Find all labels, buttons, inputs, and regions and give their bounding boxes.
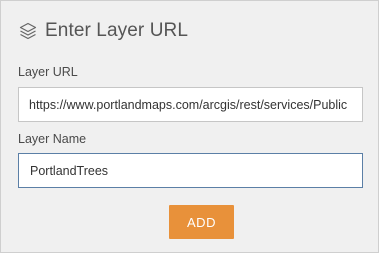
layer-url-input[interactable] (18, 87, 363, 122)
panel-title: Enter Layer URL (45, 20, 189, 41)
panel-header: Enter Layer URL (18, 17, 188, 45)
add-button[interactable]: ADD (169, 205, 234, 239)
layers-icon (18, 21, 38, 41)
layer-name-input[interactable] (18, 153, 363, 188)
add-layer-panel: Enter Layer URL Layer URL Layer Name ADD (0, 0, 379, 253)
layer-name-label: Layer Name (18, 132, 87, 146)
layer-url-label: Layer URL (18, 65, 78, 79)
